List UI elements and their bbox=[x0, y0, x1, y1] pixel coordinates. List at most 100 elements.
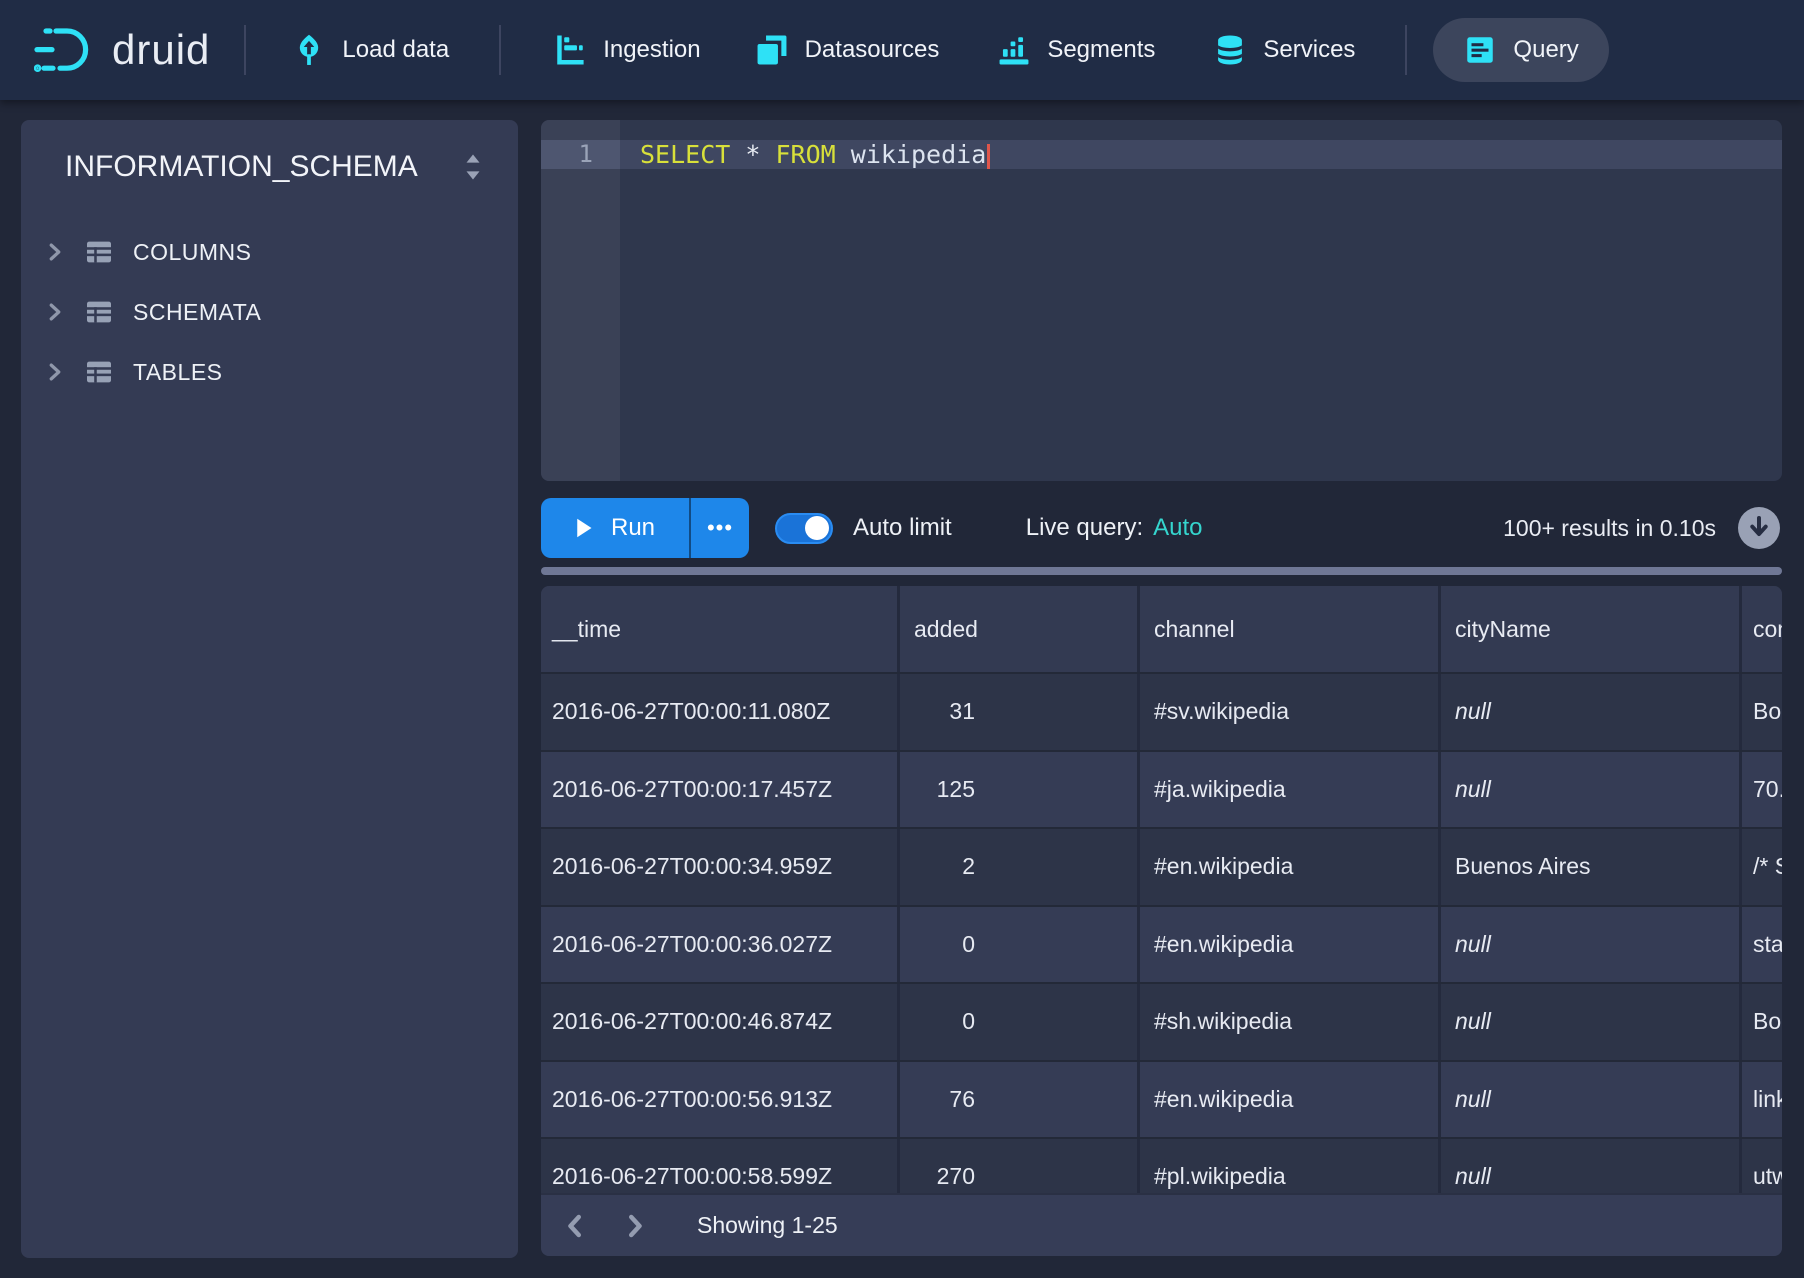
download-button[interactable] bbox=[1738, 507, 1780, 549]
load-data-icon bbox=[292, 33, 326, 67]
schema-sidebar: INFORMATION_SCHEMA COL bbox=[21, 120, 518, 1258]
navbar-divider bbox=[1405, 25, 1407, 75]
nav-item-label: Datasources bbox=[805, 36, 940, 64]
nav-item-datasources[interactable]: Datasources bbox=[755, 33, 940, 67]
results-panel: __time added channel cityName comment 20… bbox=[541, 586, 1782, 1256]
cell-time: 2016-06-27T00:00:11.080Z bbox=[541, 674, 897, 750]
auto-limit-label: Auto limit bbox=[853, 514, 952, 542]
play-icon bbox=[575, 517, 593, 539]
cell-time: 2016-06-27T00:00:36.027Z bbox=[541, 907, 897, 983]
cell-comment: link bbox=[1739, 1062, 1782, 1138]
cell-cityName: null bbox=[1438, 1062, 1739, 1138]
nav-item-query-active[interactable]: Query bbox=[1433, 18, 1608, 82]
live-query-label: Live query: bbox=[1026, 514, 1143, 541]
cell-comment: 70. bbox=[1739, 752, 1782, 828]
cell-comment: Bo bbox=[1739, 984, 1782, 1060]
druid-logo-icon bbox=[34, 22, 98, 78]
cell-channel: #sh.wikipedia bbox=[1137, 984, 1438, 1060]
query-toolbar: Run ••• Auto limit Live query: Auto 100+ … bbox=[541, 498, 1782, 558]
cell-channel: #en.wikipedia bbox=[1137, 907, 1438, 983]
cell-added: 31 bbox=[897, 674, 1137, 750]
ingestion-icon bbox=[553, 33, 587, 67]
nav-item-label: Ingestion bbox=[603, 36, 700, 64]
query-icon bbox=[1463, 33, 1497, 67]
cell-time: 2016-06-27T00:00:34.959Z bbox=[541, 829, 897, 905]
nav-item-label: Load data bbox=[342, 36, 449, 64]
table-icon bbox=[83, 356, 115, 388]
schema-title: INFORMATION_SCHEMA bbox=[65, 150, 418, 184]
cell-added: 76 bbox=[897, 1062, 1137, 1138]
cell-channel: #ja.wikipedia bbox=[1137, 752, 1438, 828]
datasources-icon bbox=[755, 33, 789, 67]
sql-code-line[interactable]: SELECT * FROM wikipedia bbox=[640, 140, 990, 169]
more-dots-icon: ••• bbox=[707, 515, 733, 540]
results-body: 2016-06-27T00:00:11.080Z31#sv.wikipedian… bbox=[541, 672, 1782, 1215]
table-row: 2016-06-27T00:00:36.027Z0#en.wikipedianu… bbox=[541, 905, 1782, 983]
schema-tree: COLUMNS SCHEMATA bbox=[21, 222, 518, 402]
sidebar-item-label: COLUMNS bbox=[133, 239, 252, 266]
chevron-right-icon[interactable] bbox=[45, 302, 65, 322]
column-header-channel[interactable]: channel bbox=[1137, 586, 1438, 672]
chevron-right-icon[interactable] bbox=[45, 242, 65, 262]
sidebar-item-schemata[interactable]: SCHEMATA bbox=[21, 282, 518, 342]
cell-time: 2016-06-27T00:00:17.457Z bbox=[541, 752, 897, 828]
table-row: 2016-06-27T00:00:46.874Z0#sh.wikipedianu… bbox=[541, 982, 1782, 1060]
column-header-added[interactable]: added bbox=[897, 586, 1137, 672]
table-row: 2016-06-27T00:00:34.959Z2#en.wikipediaBu… bbox=[541, 827, 1782, 905]
navbar-divider bbox=[244, 25, 246, 75]
table-row: 2016-06-27T00:00:17.457Z125#ja.wikipedia… bbox=[541, 750, 1782, 828]
cell-cityName: null bbox=[1438, 907, 1739, 983]
line-number: 1 bbox=[541, 140, 593, 169]
top-navbar: druid Load data Ingestion bbox=[0, 0, 1804, 100]
column-header-time[interactable]: __time bbox=[541, 586, 897, 672]
cell-added: 2 bbox=[897, 829, 1137, 905]
cell-cityName: null bbox=[1438, 752, 1739, 828]
auto-limit-toggle[interactable] bbox=[775, 513, 833, 544]
nav-item-segments[interactable]: Segments bbox=[997, 33, 1155, 67]
run-button[interactable]: Run bbox=[541, 498, 689, 558]
showing-label: Showing 1-25 bbox=[697, 1212, 838, 1239]
sidebar-item-label: SCHEMATA bbox=[133, 299, 261, 326]
horizontal-scrollbar[interactable] bbox=[541, 567, 1782, 575]
table-icon bbox=[83, 236, 115, 268]
cell-time: 2016-06-27T00:00:46.874Z bbox=[541, 984, 897, 1060]
nav-item-label: Segments bbox=[1047, 36, 1155, 64]
nav-item-ingestion[interactable]: Ingestion bbox=[553, 33, 700, 67]
sql-identifier: wikipedia bbox=[851, 140, 986, 169]
cell-cityName: null bbox=[1438, 984, 1739, 1060]
run-more-button[interactable]: ••• bbox=[689, 498, 749, 558]
navbar-divider bbox=[499, 25, 501, 75]
cell-added: 0 bbox=[897, 984, 1137, 1060]
nav-item-label: Services bbox=[1263, 36, 1355, 64]
chevron-right-icon[interactable] bbox=[45, 362, 65, 382]
cell-added: 125 bbox=[897, 752, 1137, 828]
sql-keyword: FROM bbox=[776, 140, 836, 169]
sidebar-item-columns[interactable]: COLUMNS bbox=[21, 222, 518, 282]
prev-page-button[interactable] bbox=[563, 1212, 587, 1240]
cell-comment: /* S bbox=[1739, 829, 1782, 905]
druid-logo[interactable]: druid bbox=[34, 22, 210, 78]
sidebar-item-label: TABLES bbox=[133, 359, 223, 386]
table-row: 2016-06-27T00:00:56.913Z76#en.wikipedian… bbox=[541, 1060, 1782, 1138]
next-page-button[interactable] bbox=[623, 1212, 647, 1240]
results-summary: 100+ results in 0.10s bbox=[1503, 515, 1716, 542]
results-header-row: __time added channel cityName comment bbox=[541, 586, 1782, 672]
cell-time: 2016-06-27T00:00:56.913Z bbox=[541, 1062, 897, 1138]
cell-channel: #en.wikipedia bbox=[1137, 829, 1438, 905]
live-query-value[interactable]: Auto bbox=[1153, 514, 1202, 541]
table-icon bbox=[83, 296, 115, 328]
sql-editor[interactable]: 1 SELECT * FROM wikipedia bbox=[541, 120, 1782, 481]
cell-comment: Bo bbox=[1739, 674, 1782, 750]
editor-gutter bbox=[541, 120, 620, 481]
run-button-label: Run bbox=[611, 514, 655, 542]
nav-item-load-data[interactable]: Load data bbox=[292, 33, 449, 67]
sidebar-item-tables[interactable]: TABLES bbox=[21, 342, 518, 402]
column-header-comment[interactable]: comment bbox=[1739, 586, 1782, 672]
services-icon bbox=[1213, 33, 1247, 67]
pagination-bar: Showing 1-25 bbox=[541, 1193, 1782, 1256]
nav-item-services[interactable]: Services bbox=[1213, 33, 1355, 67]
sort-toggle-icon[interactable] bbox=[460, 152, 486, 182]
column-header-cityname[interactable]: cityName bbox=[1438, 586, 1739, 672]
cell-added: 0 bbox=[897, 907, 1137, 983]
sql-operator: * bbox=[745, 140, 760, 169]
